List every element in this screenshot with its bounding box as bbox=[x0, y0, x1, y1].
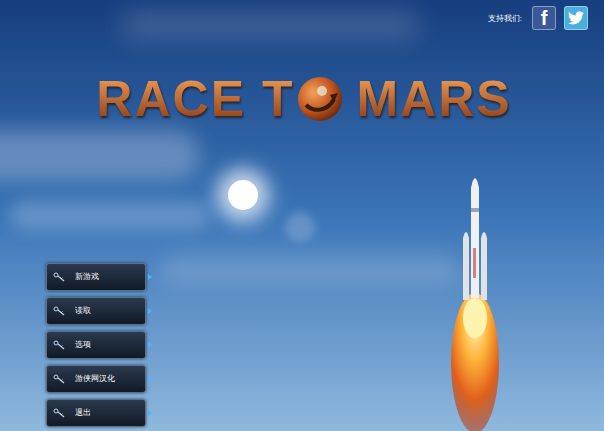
twitter-button[interactable] bbox=[564, 6, 588, 30]
menu-button[interactable]: 游侠网汉化 bbox=[46, 365, 146, 393]
menu-label: 选项 bbox=[75, 339, 91, 351]
menu-button[interactable]: 新游戏 bbox=[46, 263, 146, 291]
game-title: RACE TMARS bbox=[0, 74, 604, 124]
header: 支持我们: f bbox=[0, 0, 604, 40]
menu-key-icon bbox=[53, 306, 65, 316]
menu-label: 退出 bbox=[75, 407, 91, 419]
mars-planet-icon bbox=[296, 75, 344, 123]
menu-key-icon bbox=[53, 272, 65, 282]
twitter-bird-icon bbox=[568, 11, 584, 25]
menu-arrow-icon bbox=[148, 376, 152, 382]
menu-key-icon bbox=[53, 408, 65, 418]
rocket-icon bbox=[440, 168, 510, 431]
menu-button[interactable]: 读取 bbox=[46, 297, 146, 325]
menu-key-icon bbox=[53, 374, 65, 384]
main-menu: 新游戏读取选项游侠网汉化退出 bbox=[0, 263, 604, 427]
facebook-button[interactable]: f bbox=[532, 6, 556, 30]
menu-arrow-icon bbox=[148, 342, 152, 348]
menu-label: 新游戏 bbox=[75, 271, 99, 283]
menu-label: 游侠网汉化 bbox=[75, 373, 115, 385]
menu-button[interactable]: 退出 bbox=[46, 399, 146, 427]
menu-button[interactable]: 选项 bbox=[46, 331, 146, 359]
main-menu-screen: 支持我们: f RACE TMARS 新游戏读取选项游侠网汉化退出 bbox=[0, 0, 604, 431]
menu-arrow-icon bbox=[148, 410, 152, 416]
menu-arrow-icon bbox=[148, 274, 152, 280]
support-label: 支持我们: bbox=[488, 13, 522, 25]
menu-arrow-icon bbox=[148, 308, 152, 314]
menu-label: 读取 bbox=[75, 305, 91, 317]
menu-key-icon bbox=[53, 340, 65, 350]
